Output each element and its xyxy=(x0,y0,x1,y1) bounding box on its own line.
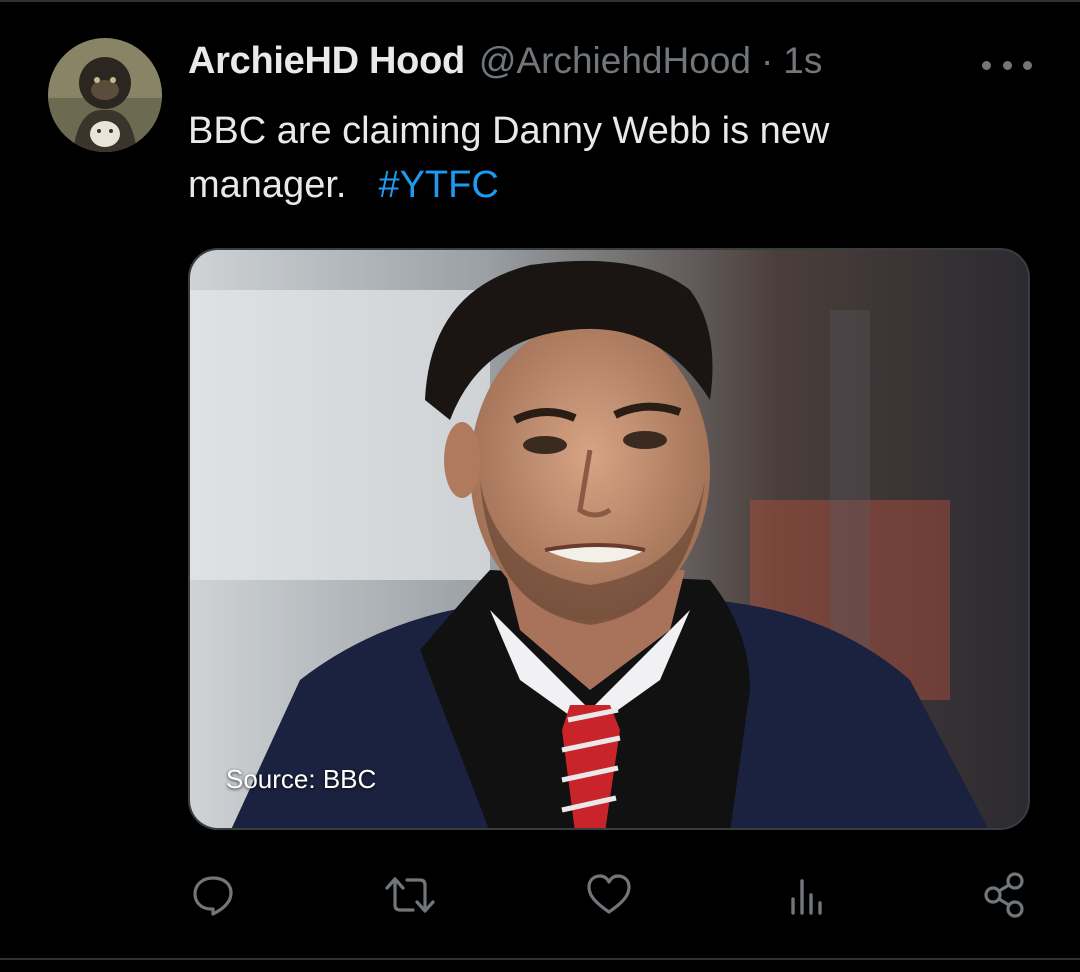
speech-bubble-icon xyxy=(193,876,233,916)
tweet-image[interactable]: Source: BBC xyxy=(188,248,1030,830)
reply-button[interactable] xyxy=(188,870,238,920)
views-button[interactable] xyxy=(782,870,832,920)
bottom-divider xyxy=(0,958,1080,960)
tweet-header: ArchieHD Hood @ArchiehdHood · 1s xyxy=(188,40,822,90)
more-options-icon[interactable] xyxy=(982,50,1032,80)
media-caption: Source: BBC xyxy=(226,764,377,794)
hashtag-link[interactable]: #YTFC xyxy=(378,164,498,206)
retweet-button[interactable] xyxy=(385,870,435,920)
share-nodes-icon xyxy=(984,872,1024,918)
separator-dot: · xyxy=(760,40,774,81)
heart-icon xyxy=(587,874,631,914)
top-divider xyxy=(0,0,1080,2)
timestamp[interactable]: 1s xyxy=(783,40,822,82)
action-bar xyxy=(0,860,1080,930)
avatar[interactable] xyxy=(48,38,162,152)
bar-chart-icon xyxy=(791,879,822,915)
user-handle[interactable]: @ArchiehdHood xyxy=(479,40,751,82)
like-button[interactable] xyxy=(584,870,634,920)
share-button[interactable] xyxy=(980,870,1030,920)
retweet-arrows-icon xyxy=(385,877,435,913)
tweet-text: BBC are claiming Danny Webb is new manag… xyxy=(188,104,1008,212)
display-name[interactable]: ArchieHD Hood xyxy=(188,40,465,83)
tweet-body: BBC are claiming Danny Webb is new manag… xyxy=(188,110,830,206)
